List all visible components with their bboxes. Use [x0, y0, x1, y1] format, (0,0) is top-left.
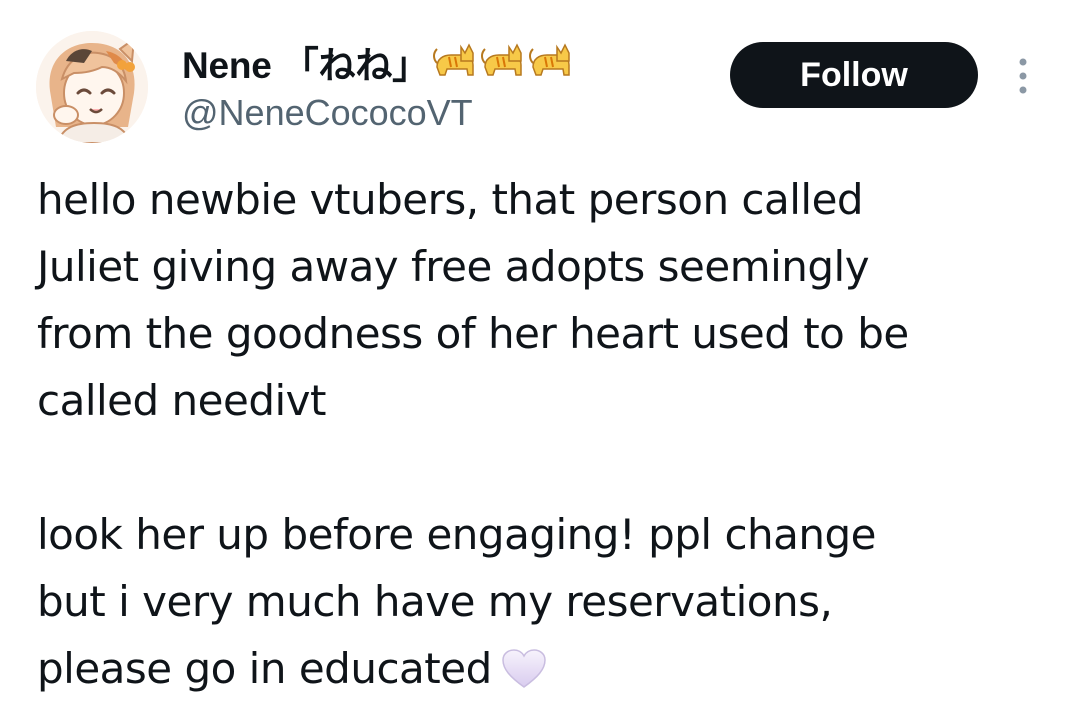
tweet-line: look her up before engaging! ppl change — [37, 510, 877, 559]
more-options-button[interactable] — [1010, 56, 1036, 96]
tweet-card: Nene 「ねね」 @NeneCococoVT Follow hello new… — [0, 0, 1080, 711]
white-heart-icon — [500, 643, 548, 710]
more-vertical-icon — [1019, 58, 1027, 94]
avatar-illustration — [36, 31, 148, 143]
cat-emoji-group — [432, 41, 577, 83]
tweet-line: called needivt — [37, 376, 326, 425]
tweet-line-last: please go in educated — [37, 635, 1047, 710]
author-name-row[interactable]: Nene 「ねね」 — [182, 38, 577, 86]
tweet-paragraph: hello newbie vtubers, that person called… — [37, 166, 1047, 434]
tweet-line-text: please go in educated — [37, 644, 492, 693]
cat-emoji-icon — [432, 43, 570, 76]
author-avatar[interactable] — [36, 31, 148, 143]
tweet-line: from the goodness of her heart used to b… — [37, 309, 909, 358]
author-handle[interactable]: @NeneCococoVT — [182, 92, 473, 134]
tweet-paragraph: look her up before engaging! ppl change … — [37, 501, 1047, 710]
author-display-name[interactable]: Nene 「ねね」 — [182, 35, 429, 89]
tweet-body: hello newbie vtubers, that person called… — [37, 166, 1047, 710]
follow-button[interactable]: Follow — [730, 42, 978, 108]
tweet-line: hello newbie vtubers, that person called — [37, 175, 864, 224]
tweet-line: Juliet giving away free adopts seemingly — [37, 242, 870, 291]
tweet-line: but i very much have my reservations, — [37, 577, 833, 626]
